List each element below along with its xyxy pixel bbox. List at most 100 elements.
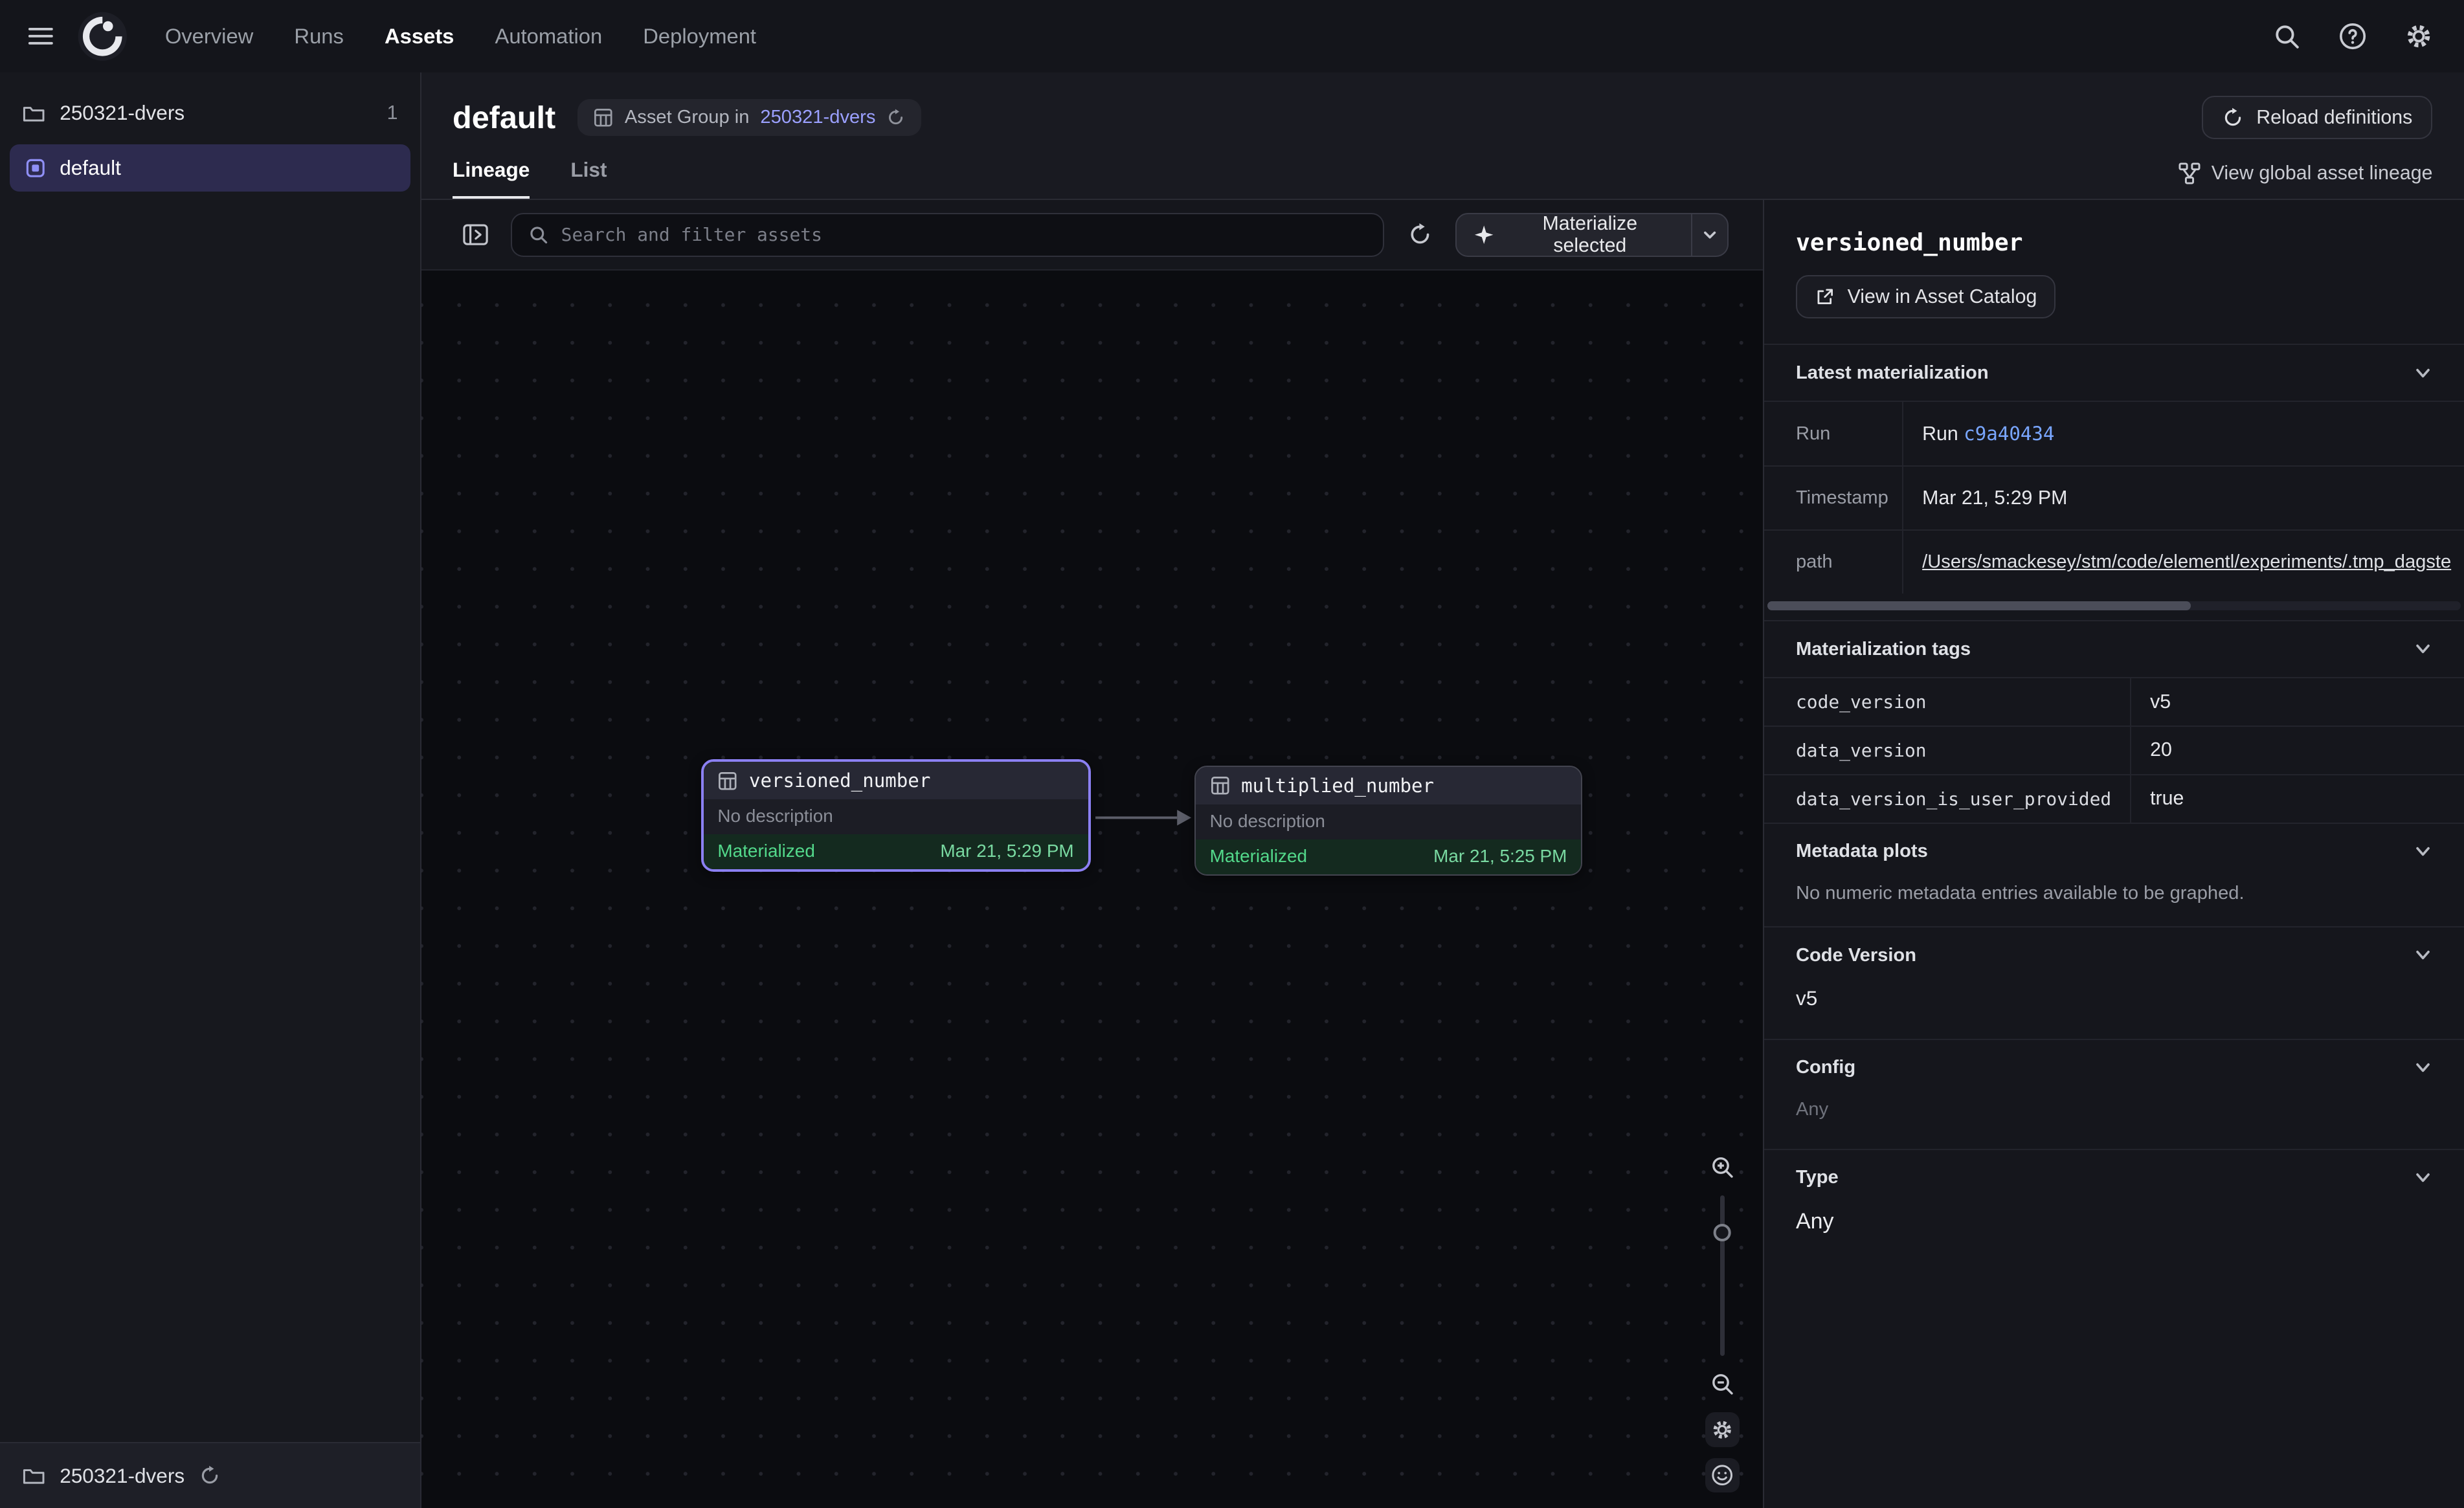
- sidebar-group-row[interactable]: 250321-dvers 1: [0, 82, 420, 144]
- top-nav: Overview Runs Assets Automation Deployme…: [0, 0, 2464, 72]
- materialize-selected-button[interactable]: Materialize selected: [1457, 214, 1691, 256]
- row-value: Mar 21, 5:29 PM: [1903, 466, 2464, 530]
- sidebar-item-default[interactable]: default: [10, 144, 410, 192]
- search-icon: [528, 225, 549, 245]
- config-section: Config Any: [1764, 1039, 2464, 1149]
- code-version-header[interactable]: Code Version: [1764, 927, 2464, 983]
- sidebar-item-label: default: [60, 156, 121, 180]
- lineage-pane: Materialize selected: [421, 200, 1764, 1508]
- row-label: Timestamp: [1764, 466, 1903, 530]
- metadata-plots-section: Metadata plots No numeric metadata entri…: [1764, 824, 2464, 926]
- materialized-timestamp: Mar 21, 5:25 PM: [1433, 846, 1567, 867]
- nav-overview[interactable]: Overview: [144, 0, 274, 72]
- asset-node-multiplied-number[interactable]: multiplied_number No description Materia…: [1194, 766, 1583, 876]
- section-title: Latest materialization: [1796, 362, 1989, 384]
- latest-materialization-header[interactable]: Latest materialization: [1764, 345, 2464, 401]
- view-global-lineage-link[interactable]: View global asset lineage: [2178, 162, 2433, 184]
- search-input[interactable]: [561, 224, 1367, 245]
- asset-node-versioned-number[interactable]: versioned_number No description Material…: [701, 759, 1091, 872]
- zoom-slider[interactable]: [1705, 1195, 1740, 1356]
- path-link[interactable]: /Users/smackesey/stm/code/elementl/exper…: [1922, 551, 2464, 573]
- reload-definitions-button[interactable]: Reload definitions: [2202, 96, 2433, 139]
- chevron-down-icon: [2414, 842, 2432, 861]
- refresh-icon[interactable]: [199, 1465, 221, 1487]
- zoom-in-icon[interactable]: [1705, 1150, 1740, 1184]
- reload-label: Reload definitions: [2256, 107, 2412, 129]
- feedback-smiley-icon[interactable]: [1705, 1458, 1740, 1492]
- row-label: path: [1764, 530, 1903, 593]
- section-title: Config: [1796, 1057, 1855, 1078]
- zoom-out-icon[interactable]: [1705, 1367, 1740, 1401]
- asset-groups-sidebar: 250321-dvers 1 default 250321-dvers: [0, 72, 421, 1508]
- asset-details-panel: versioned_number View in Asset Catalog L…: [1763, 200, 2464, 1508]
- asset-search-box: [511, 213, 1384, 257]
- search-icon[interactable]: [2269, 19, 2303, 53]
- tag-value: 20: [2131, 726, 2464, 775]
- refresh-graph-icon[interactable]: [1400, 214, 1440, 255]
- latest-materialization-table: Run Run c9a40434 Timestamp Mar 21, 5:29 …: [1764, 401, 2464, 593]
- scrollbar-thumb[interactable]: [1767, 601, 2190, 611]
- tab-lineage[interactable]: Lineage: [453, 158, 530, 199]
- config-value: Any: [1764, 1096, 2464, 1149]
- catalog-button-label: View in Asset Catalog: [1848, 286, 2037, 308]
- page-title: default: [453, 100, 555, 136]
- main-nav: Overview Runs Assets Automation Deployme…: [144, 0, 776, 72]
- materialize-split-button: Materialize selected: [1455, 213, 1729, 257]
- dagster-logo-icon[interactable]: [76, 10, 129, 63]
- zoom-slider-track[interactable]: [1720, 1195, 1725, 1356]
- asset-group-badge[interactable]: Asset Group in 250321-dvers: [577, 99, 921, 136]
- menu-icon[interactable]: [16, 11, 66, 61]
- zoom-controls: [1703, 1150, 1741, 1492]
- nav-runs[interactable]: Runs: [274, 0, 364, 72]
- badge-group-link[interactable]: 250321-dvers: [760, 107, 875, 128]
- materialize-dropdown-caret[interactable]: [1691, 214, 1727, 256]
- chevron-down-icon: [2414, 946, 2432, 964]
- materialized-status: Materialized: [717, 841, 814, 861]
- graph-settings-gear-icon[interactable]: [1705, 1412, 1740, 1447]
- help-icon[interactable]: [2335, 19, 2369, 53]
- page-header: default Asset Group in 250321-dvers Relo…: [421, 72, 2464, 201]
- table-row: Timestamp Mar 21, 5:29 PM: [1764, 466, 2464, 530]
- tab-list[interactable]: List: [570, 158, 607, 199]
- sidebar-footer-location[interactable]: 250321-dvers: [0, 1442, 420, 1508]
- table-row: Run Run c9a40434: [1764, 401, 2464, 466]
- refresh-icon[interactable]: [886, 108, 905, 127]
- asset-table-icon: [1210, 775, 1231, 796]
- tag-value: v5: [2131, 678, 2464, 726]
- nav-deployment[interactable]: Deployment: [623, 0, 777, 72]
- lineage-canvas[interactable]: versioned_number No description Material…: [421, 271, 1764, 1508]
- section-title: Type: [1796, 1167, 1839, 1188]
- topnav-actions: [2269, 19, 2436, 53]
- chevron-down-icon: [2414, 639, 2432, 658]
- row-value: Run c9a40434: [1903, 401, 2464, 466]
- asset-group-icon: [25, 158, 46, 179]
- tag-key: code_version: [1764, 678, 2131, 726]
- table-row: data_version 20: [1764, 726, 2464, 775]
- asset-table-icon: [717, 771, 738, 792]
- tag-value: true: [2131, 775, 2464, 823]
- external-link-icon: [1815, 287, 1835, 307]
- content-area: default Asset Group in 250321-dvers Relo…: [421, 72, 2464, 1508]
- nav-automation[interactable]: Automation: [475, 0, 623, 72]
- config-header[interactable]: Config: [1764, 1040, 2464, 1096]
- materialization-tags-header[interactable]: Materialization tags: [1764, 621, 2464, 677]
- view-in-asset-catalog-button[interactable]: View in Asset Catalog: [1796, 275, 2055, 318]
- lineage-graph-icon: [2178, 162, 2201, 184]
- table-row: data_version_is_user_provided true: [1764, 775, 2464, 823]
- run-id-link[interactable]: c9a40434: [1964, 423, 2054, 445]
- settings-gear-icon[interactable]: [2401, 19, 2436, 53]
- asset-detail-title: versioned_number: [1796, 228, 2433, 256]
- nav-assets[interactable]: Assets: [364, 0, 475, 72]
- type-header[interactable]: Type: [1764, 1150, 2464, 1206]
- type-section: Type Any: [1764, 1149, 2464, 1263]
- global-lineage-label: View global asset lineage: [2212, 162, 2433, 184]
- collapse-panel-icon[interactable]: [456, 214, 495, 255]
- zoom-slider-thumb[interactable]: [1714, 1224, 1731, 1241]
- metadata-plots-header[interactable]: Metadata plots: [1764, 824, 2464, 880]
- chevron-down-icon: [2414, 1168, 2432, 1187]
- section-title: Materialization tags: [1796, 639, 1971, 660]
- app-root: Overview Runs Assets Automation Deployme…: [0, 0, 2464, 1508]
- code-version-value: v5: [1764, 983, 2464, 1039]
- row-value: /Users/smackesey/stm/code/elementl/exper…: [1903, 530, 2464, 593]
- materialized-status: Materialized: [1210, 846, 1307, 867]
